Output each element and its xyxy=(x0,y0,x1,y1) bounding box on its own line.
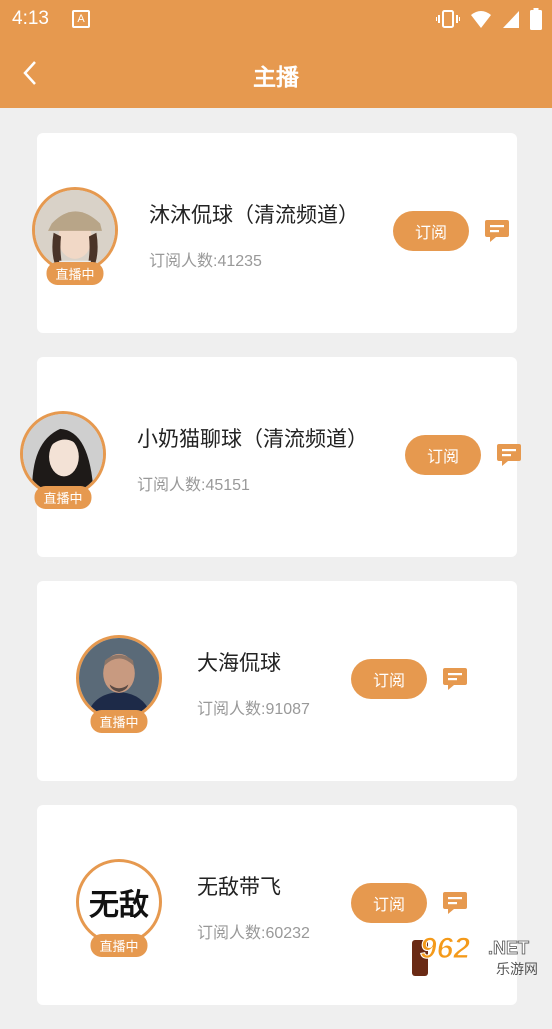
anchor-avatar[interactable]: 无敌 直播中 xyxy=(76,859,162,957)
avatar-photo-woman-dark-hair xyxy=(23,414,103,494)
anchor-card[interactable]: 直播中 大海侃球 订阅人数:91087 订阅 xyxy=(37,581,517,781)
subscriber-count: 订阅人数:60232 xyxy=(197,925,310,942)
status-icons xyxy=(436,8,542,30)
subscriber-count: 订阅人数:41235 xyxy=(149,253,262,270)
chat-bubble-icon xyxy=(443,668,467,690)
avatar-photo-man xyxy=(79,638,159,718)
chat-button[interactable] xyxy=(496,442,522,468)
anchor-name: 无敌带飞 xyxy=(197,875,281,899)
subscriber-count: 订阅人数:45151 xyxy=(137,477,250,494)
live-badge: 直播中 xyxy=(90,934,148,957)
anchor-name: 小奶猫聊球（清流频道） xyxy=(137,427,368,451)
battery-icon xyxy=(530,8,542,30)
chat-button[interactable] xyxy=(442,666,468,692)
wifi-icon xyxy=(471,11,491,28)
avatar xyxy=(20,411,106,497)
avatar xyxy=(32,187,118,273)
avatar-photo-woman-cap xyxy=(35,190,115,270)
avatar xyxy=(76,635,162,721)
anchor-avatar[interactable]: 直播中 xyxy=(20,411,106,509)
chat-button[interactable] xyxy=(442,890,468,916)
anchor-card[interactable]: 直播中 沐沐侃球（清流频道） 订阅人数:41235 订阅 xyxy=(32,133,517,333)
avatar-text: 无敌 xyxy=(89,888,149,923)
subscribe-button[interactable]: 订阅 xyxy=(405,435,481,475)
live-badge: 直播中 xyxy=(34,486,92,509)
anchor-avatar[interactable]: 直播中 xyxy=(76,635,162,733)
chat-bubble-icon xyxy=(497,444,521,466)
anchor-name: 沐沐侃球（清流频道） xyxy=(149,203,359,227)
subscribe-button[interactable]: 订阅 xyxy=(351,659,427,699)
live-badge: 直播中 xyxy=(46,262,104,285)
chat-bubble-icon xyxy=(485,220,509,242)
watermark-suffix: .NET xyxy=(488,938,529,958)
anchor-name: 大海侃球 xyxy=(197,651,281,675)
watermark-logo: 962 .NET 乐游网 xyxy=(412,930,548,978)
anchor-list: 直播中 沐沐侃球（清流频道） 订阅人数:41235 订阅 直播中 小奶猫聊球（清… xyxy=(20,133,521,1029)
notification-a-icon: A xyxy=(72,10,90,28)
watermark-sub: 乐游网 xyxy=(496,962,538,978)
subscriber-count: 订阅人数:91087 xyxy=(197,701,310,718)
avatar: 无敌 xyxy=(76,859,162,945)
watermark-number: 962 xyxy=(420,932,470,965)
vibrate-icon xyxy=(436,10,460,28)
status-bar: 4:13 A xyxy=(0,0,552,38)
chat-bubble-icon xyxy=(443,892,467,914)
subscribe-button[interactable]: 订阅 xyxy=(393,211,469,251)
app-header: 主播 xyxy=(0,38,552,108)
page-title: 主播 xyxy=(253,65,299,91)
status-time: 4:13 xyxy=(12,8,49,29)
anchor-card[interactable]: 直播中 小奶猫聊球（清流频道） 订阅人数:45151 订阅 xyxy=(20,357,521,557)
watermark-badge: 962 .NET 乐游网 xyxy=(412,932,538,978)
chat-button[interactable] xyxy=(484,218,510,244)
anchor-avatar[interactable]: 直播中 xyxy=(32,187,118,285)
subscribe-button[interactable]: 订阅 xyxy=(351,883,427,923)
live-badge: 直播中 xyxy=(90,710,148,733)
signal-icon xyxy=(503,11,519,28)
